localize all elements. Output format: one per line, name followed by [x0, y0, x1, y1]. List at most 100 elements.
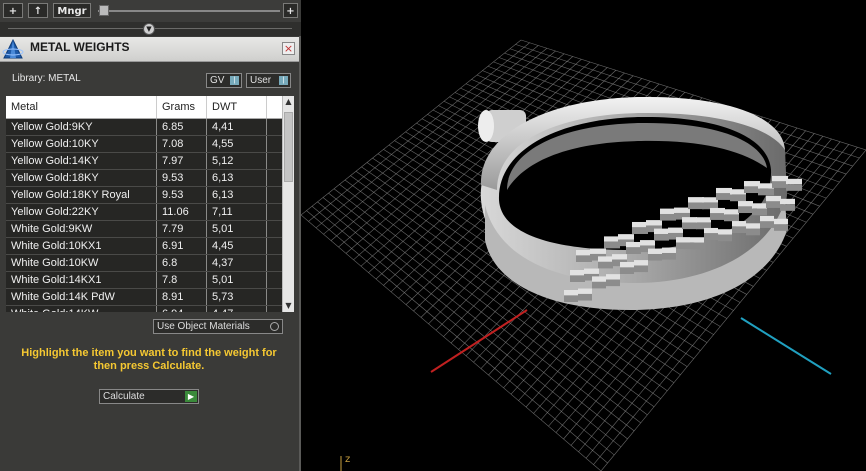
cell-grams: 11.06	[157, 204, 207, 220]
prong-block-top	[620, 261, 634, 268]
prong-block-top	[744, 181, 760, 187]
prong-block-side	[690, 242, 704, 250]
cell-grams: 7.8	[157, 272, 207, 288]
cell-metal: Yellow Gold:18KY Royal	[6, 187, 157, 203]
prong-block-top	[772, 175, 788, 182]
prong-block-top	[570, 270, 585, 276]
prong-block-side	[654, 233, 669, 241]
radio-icon	[270, 322, 279, 331]
filter-gv-toggle[interactable]: GV |	[206, 73, 242, 88]
prong-block-side	[772, 181, 788, 188]
prong-block-side	[774, 224, 788, 231]
up-button[interactable]: ↑	[28, 3, 48, 18]
checkbox-icon: |	[279, 76, 288, 85]
prong-block-top	[604, 236, 620, 242]
prong-block-top	[718, 229, 732, 235]
filter-user-toggle[interactable]: User |	[246, 73, 291, 88]
prong-block-top	[662, 247, 676, 253]
scroll-up-icon[interactable]: ▲	[283, 96, 294, 108]
3d-viewport[interactable]: z	[301, 0, 866, 471]
prong-block-top	[746, 223, 760, 229]
calculate-button[interactable]: Calculate ▶	[99, 389, 199, 404]
library-label: Library: METAL	[12, 73, 81, 84]
prong-block-side	[648, 253, 662, 261]
prong-block-top	[716, 187, 732, 194]
cell-grams: 6.91	[157, 238, 207, 254]
prong-block-top	[612, 254, 627, 260]
cell-metal: White Gold:14KX1	[6, 272, 157, 288]
add-button[interactable]: +	[3, 3, 23, 18]
prong-block-side	[662, 252, 676, 260]
prong-block-side	[620, 267, 634, 274]
table-row[interactable]: White Gold:14KW6.944,47	[6, 306, 282, 312]
ring-model[interactable]	[478, 96, 802, 310]
prong-block-top	[618, 234, 634, 240]
panel-toolbar: + ↑ Mngr +	[0, 0, 301, 22]
table-header: Metal Grams DWT	[6, 96, 282, 119]
prong-block-top	[654, 228, 669, 234]
table-row[interactable]: Yellow Gold:18KY 9.53 6,13	[6, 170, 282, 187]
prong-block-side	[752, 208, 767, 216]
cell-grams: 7.79	[157, 221, 207, 237]
table-row[interactable]: White Gold:10KW 6.8 4,37	[6, 255, 282, 272]
table-row[interactable]: Yellow Gold:9KY 6.85 4,41	[6, 119, 282, 136]
y-axis-line	[740, 317, 832, 375]
panel-splitter[interactable]: ▼	[0, 22, 301, 36]
table-row[interactable]: Yellow Gold:18KY Royal 9.53 6,13	[6, 187, 282, 204]
table-row[interactable]: Yellow Gold:10KY 7.08 4,55	[6, 136, 282, 153]
table-row[interactable]: White Gold:14K PdW 8.91 5,73	[6, 289, 282, 306]
prong-block-top	[578, 288, 592, 294]
table-row[interactable]: White Gold:10KX1 6.91 4,45	[6, 238, 282, 255]
prong-block-side	[688, 202, 704, 210]
prong-block-top	[626, 241, 641, 248]
cell-metal: Yellow Gold:18KY	[6, 170, 157, 186]
right-add-button[interactable]: +	[283, 3, 298, 18]
table-row[interactable]: Yellow Gold:14KY 7.97 5,12	[6, 153, 282, 170]
column-header-dwt[interactable]: DWT	[207, 96, 267, 118]
prong-block-top	[758, 183, 774, 189]
cell-grams: 6.85	[157, 119, 207, 135]
prong-block-top	[606, 274, 620, 280]
column-header-grams[interactable]: Grams	[157, 96, 207, 118]
table-row[interactable]: White Gold:9KW 7.79 5,01	[6, 221, 282, 238]
use-object-materials-label: Use Object Materials	[157, 321, 250, 332]
metal-weights-panel: + ↑ Mngr + ▼ METAL WEIGHTS × Library: ME…	[0, 0, 301, 471]
prong-block-side	[682, 222, 697, 230]
prong-block-side	[570, 275, 585, 282]
prong-block-side	[604, 241, 620, 249]
scrollbar-thumb[interactable]	[284, 112, 293, 182]
prong-block-top	[696, 217, 711, 223]
cell-grams: 9.53	[157, 187, 207, 203]
table-scrollbar[interactable]: ▲ ▼	[282, 96, 294, 312]
use-object-materials-toggle[interactable]: Use Object Materials	[153, 319, 283, 334]
cell-dwt: 4,55	[207, 136, 267, 152]
zoom-slider-knob[interactable]	[99, 5, 109, 16]
cell-metal: White Gold:9KW	[6, 221, 157, 237]
table-row[interactable]: Yellow Gold:22KY 11.06 7,11	[6, 204, 282, 221]
prong-block-top	[592, 276, 606, 282]
panel-header: METAL WEIGHTS ×	[0, 37, 299, 62]
prong-block-top	[702, 197, 718, 203]
cell-dwt: 7,11	[207, 204, 267, 220]
cell-grams: 6.94	[157, 306, 207, 312]
scroll-down-icon[interactable]: ▼	[283, 300, 294, 312]
prong-block-top	[660, 208, 676, 214]
prong-block-top	[760, 215, 774, 222]
prong-block-side	[716, 193, 732, 200]
prong-block-top	[668, 227, 683, 233]
filter-gv-label: GV	[210, 75, 225, 86]
cell-dwt: 5,01	[207, 221, 267, 237]
prong-block-top	[688, 197, 704, 203]
prong-block-side	[626, 247, 641, 254]
chevron-down-icon[interactable]: ▼	[143, 23, 155, 35]
prong-block-side	[598, 261, 613, 269]
close-icon[interactable]: ×	[282, 42, 295, 55]
viewport-canvas[interactable]: z	[301, 0, 866, 471]
table-row[interactable]: White Gold:14KX1 7.8 5,01	[6, 272, 282, 289]
cell-dwt: 6,13	[207, 170, 267, 186]
x-axis-line	[430, 309, 528, 373]
manager-button[interactable]: Mngr	[53, 3, 91, 18]
zoom-slider-track[interactable]	[98, 10, 280, 12]
column-header-metal[interactable]: Metal	[6, 96, 157, 118]
cell-metal: White Gold:10KX1	[6, 238, 157, 254]
